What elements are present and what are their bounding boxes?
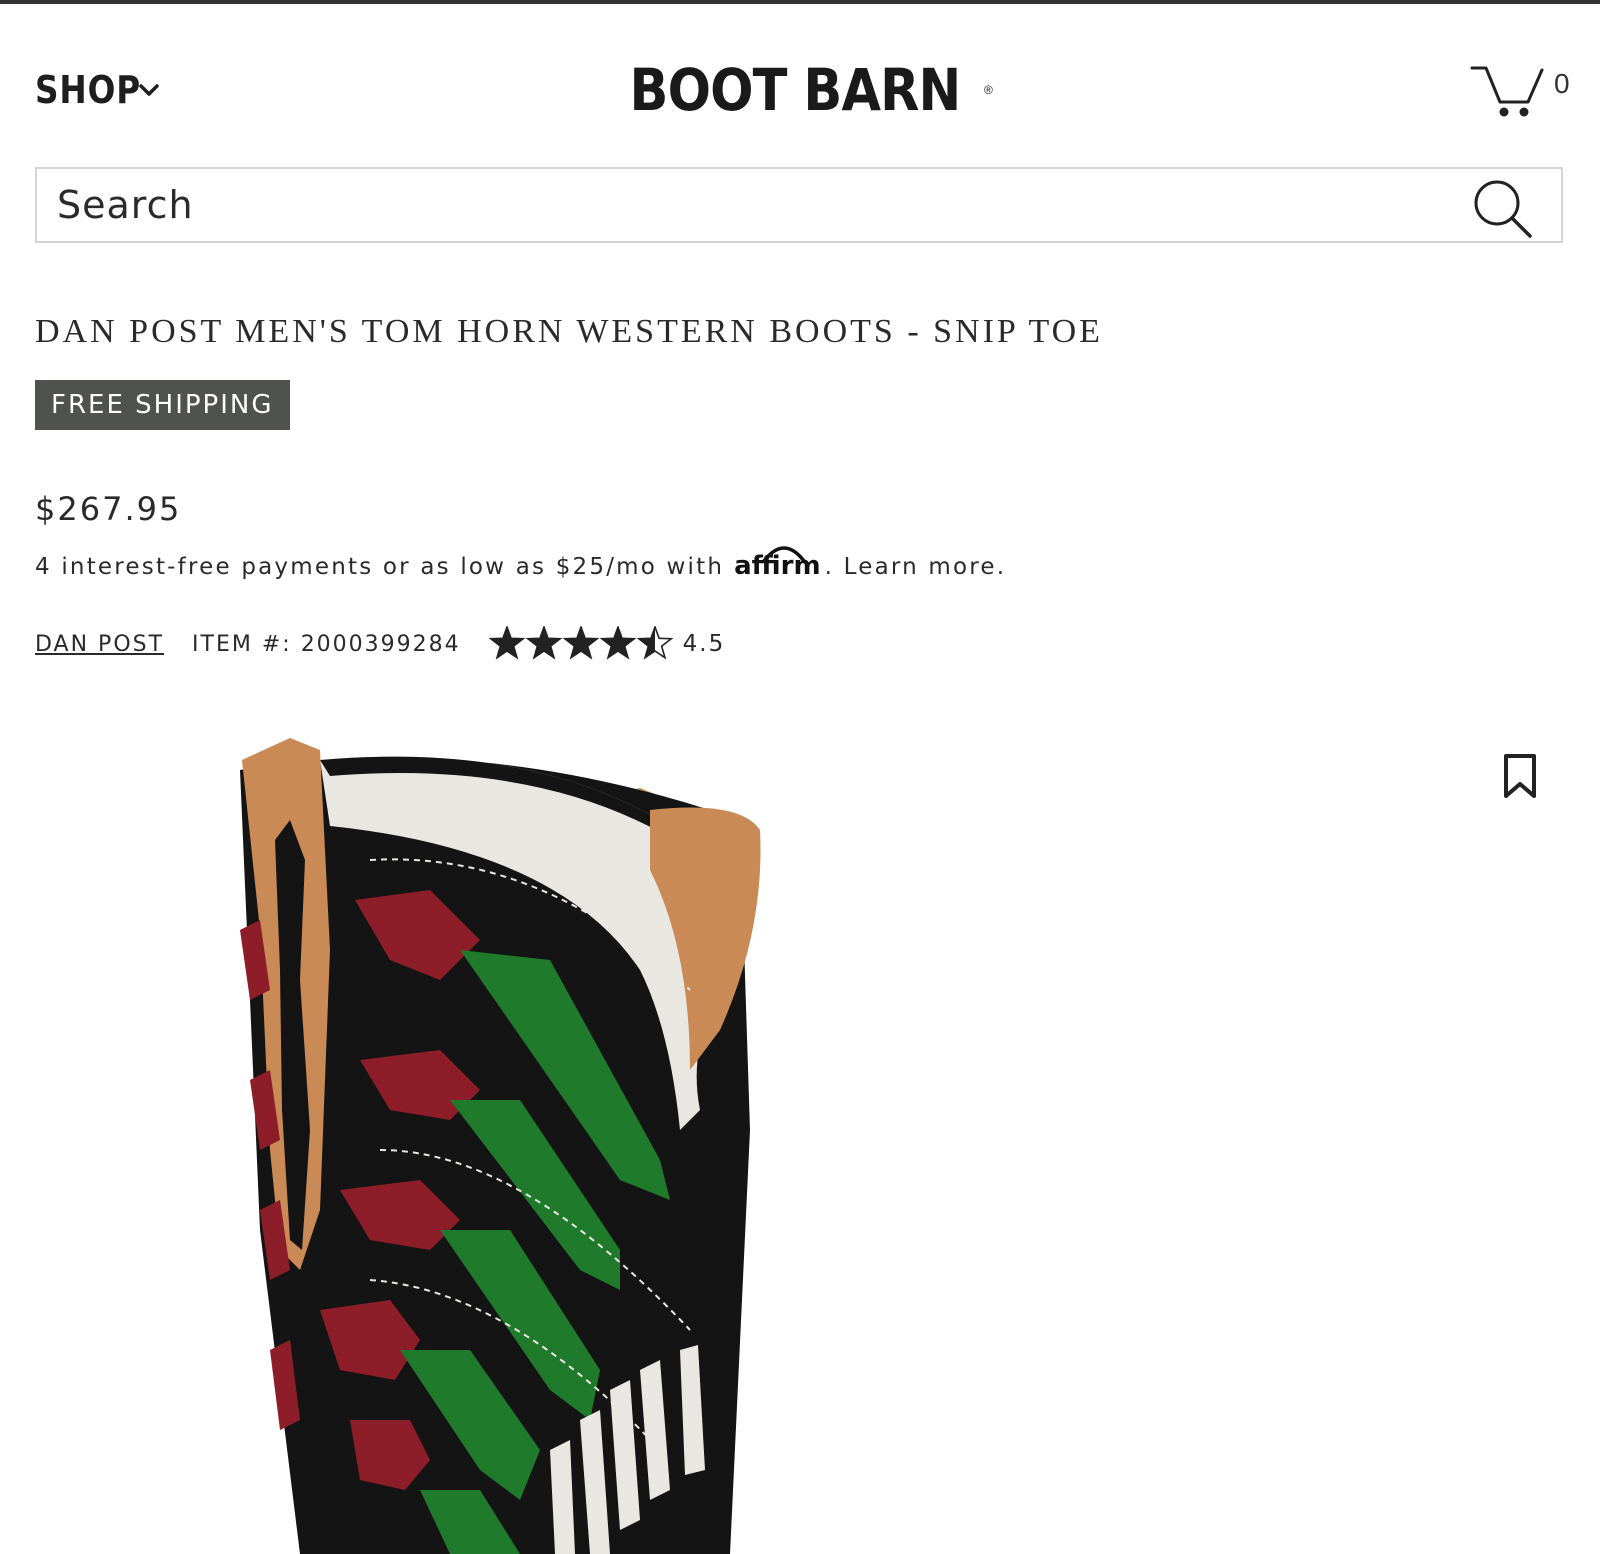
cart-button[interactable]: 0 bbox=[1470, 60, 1570, 120]
product-image[interactable] bbox=[220, 730, 790, 1554]
star-icon bbox=[562, 626, 600, 660]
star-icon bbox=[488, 626, 526, 660]
item-number: ITEM #: 2000399284 bbox=[192, 631, 461, 657]
financing-text: 4 interest-free payments or as low as $2… bbox=[35, 554, 725, 580]
bookmark-icon[interactable] bbox=[1500, 752, 1540, 800]
product-title: DAN POST MEN'S TOM HORN WESTERN BOOTS - … bbox=[35, 313, 1103, 350]
shop-menu-button[interactable]: SHOP bbox=[35, 68, 161, 112]
boot-illustration bbox=[240, 738, 761, 1554]
site-logo[interactable]: BOOT BARN ® bbox=[620, 56, 993, 124]
product-meta: DAN POST ITEM #: 2000399284 4.5 bbox=[35, 624, 725, 664]
search-input[interactable] bbox=[57, 177, 1437, 233]
rating-value: 4.5 bbox=[682, 631, 726, 657]
search-icon[interactable] bbox=[1471, 177, 1533, 239]
star-rating[interactable]: 4.5 bbox=[488, 626, 726, 662]
search-bar bbox=[35, 167, 1563, 243]
financing-message: 4 interest-free payments or as low as $2… bbox=[35, 546, 1007, 581]
shop-label: SHOP bbox=[35, 68, 142, 112]
registered-mark: ® bbox=[984, 83, 993, 97]
rating-stars bbox=[488, 626, 673, 660]
learn-more-link[interactable]: . Learn more. bbox=[825, 554, 1007, 580]
free-shipping-badge: FREE SHIPPING bbox=[35, 380, 290, 430]
cart-count: 0 bbox=[1554, 68, 1570, 99]
site-header: SHOP BOOT BARN ® 0 bbox=[0, 40, 1600, 140]
product-price: $267.95 bbox=[35, 490, 182, 528]
brand-link[interactable]: DAN POST bbox=[35, 632, 164, 657]
affirm-arc-icon bbox=[762, 546, 806, 563]
star-icon bbox=[599, 626, 637, 660]
top-border bbox=[0, 0, 1600, 4]
logo-text: BOOT BARN bbox=[629, 56, 962, 124]
star-icon bbox=[525, 626, 563, 660]
cart-icon bbox=[1470, 66, 1544, 117]
affirm-logo: affirm bbox=[734, 546, 821, 581]
